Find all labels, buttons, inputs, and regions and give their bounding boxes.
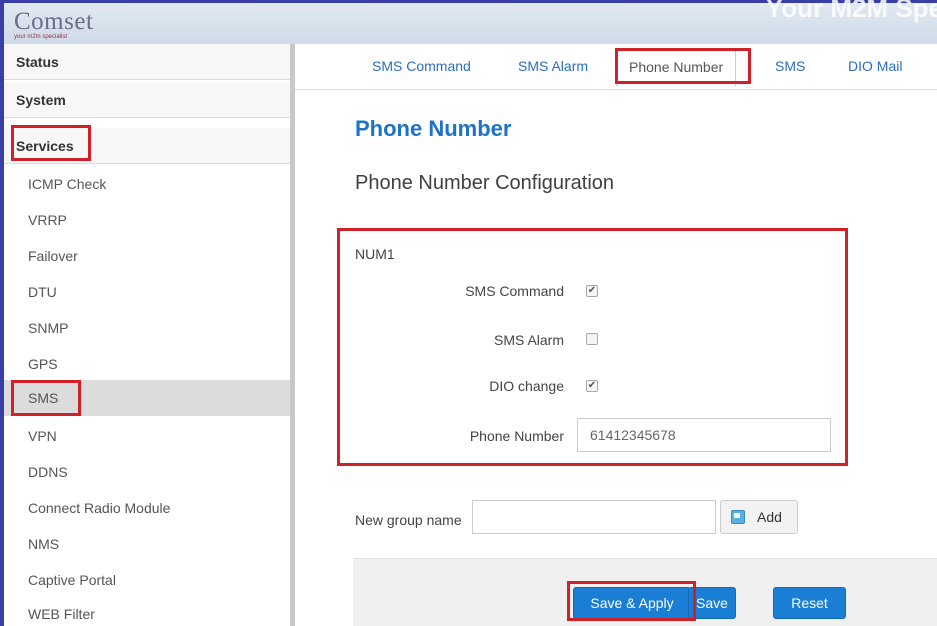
sms-alarm-label: SMS Alarm bbox=[493, 332, 564, 348]
sidebar-item-snmp[interactable]: SNMP bbox=[4, 310, 290, 346]
tab-bar: SMS Command SMS Alarm Phone Number SMS D… bbox=[295, 44, 937, 90]
tab-sms-command[interactable]: SMS Command bbox=[372, 58, 471, 74]
sidebar-item-icmp-check[interactable]: ICMP Check bbox=[4, 166, 290, 202]
add-button-label: Add bbox=[757, 509, 782, 525]
new-group-name-input[interactable] bbox=[472, 500, 716, 534]
tab-dio-mail[interactable]: DIO Mail bbox=[848, 58, 902, 74]
sidebar-item-nms[interactable]: NMS bbox=[4, 526, 290, 562]
logo[interactable]: Comset your m2m specialist bbox=[14, 8, 94, 41]
app-window: Comset your m2m specialist Your M2M Spe … bbox=[0, 0, 937, 626]
new-group-name-label: New group name bbox=[355, 512, 462, 528]
sms-command-label: SMS Command bbox=[465, 283, 564, 299]
phone-number-input[interactable] bbox=[577, 418, 831, 452]
phone-number-label: Phone Number bbox=[469, 428, 564, 444]
header: Comset your m2m specialist Your M2M Spe bbox=[0, 0, 937, 44]
group-legend: NUM1 bbox=[355, 246, 395, 262]
dio-change-checkbox[interactable]: ✔ bbox=[586, 380, 598, 392]
sidebar-divider bbox=[290, 44, 295, 626]
save-button[interactable]: Save bbox=[688, 587, 736, 619]
sidebar-category-services[interactable]: Services bbox=[4, 128, 290, 164]
sidebar-item-dtu[interactable]: DTU bbox=[4, 274, 290, 310]
sms-command-checkbox[interactable]: ✔ bbox=[586, 285, 598, 297]
add-icon bbox=[731, 510, 745, 524]
sidebar-category-system[interactable]: System bbox=[4, 82, 290, 118]
logo-text: Comset bbox=[14, 8, 94, 35]
sidebar-category-status[interactable]: Status bbox=[4, 44, 290, 80]
dio-change-label: DIO change bbox=[489, 378, 564, 394]
sms-alarm-checkbox[interactable] bbox=[586, 333, 598, 345]
sidebar-item-connect-radio-module[interactable]: Connect Radio Module bbox=[4, 490, 290, 526]
tab-phone-number[interactable]: Phone Number bbox=[616, 50, 737, 86]
header-tagline: Your M2M Spe bbox=[765, 0, 937, 23]
add-button[interactable]: Add bbox=[720, 500, 798, 534]
sidebar-item-ddns[interactable]: DDNS bbox=[4, 454, 290, 490]
sidebar-item-sms[interactable]: SMS bbox=[4, 380, 290, 416]
sidebar-item-vpn[interactable]: VPN bbox=[4, 418, 290, 454]
check-icon: ✔ bbox=[587, 380, 597, 391]
sidebar-item-gps[interactable]: GPS bbox=[4, 346, 290, 382]
section-title: Phone Number Configuration bbox=[355, 172, 615, 194]
sidebar-item-failover[interactable]: Failover bbox=[4, 238, 290, 274]
sidebar: Status System Services ICMP Check VRRP F… bbox=[4, 44, 290, 626]
sidebar-item-captive-portal[interactable]: Captive Portal bbox=[4, 562, 290, 598]
save-apply-button[interactable]: Save & Apply bbox=[573, 587, 691, 619]
reset-button[interactable]: Reset bbox=[773, 587, 846, 619]
check-icon: ✔ bbox=[587, 285, 597, 296]
sidebar-item-vrrp[interactable]: VRRP bbox=[4, 202, 290, 238]
sidebar-item-web-filter[interactable]: WEB Filter bbox=[4, 596, 290, 626]
tab-sms-alarm[interactable]: SMS Alarm bbox=[518, 58, 588, 74]
page-title: Phone Number bbox=[355, 116, 512, 141]
tab-sms[interactable]: SMS bbox=[775, 58, 805, 74]
